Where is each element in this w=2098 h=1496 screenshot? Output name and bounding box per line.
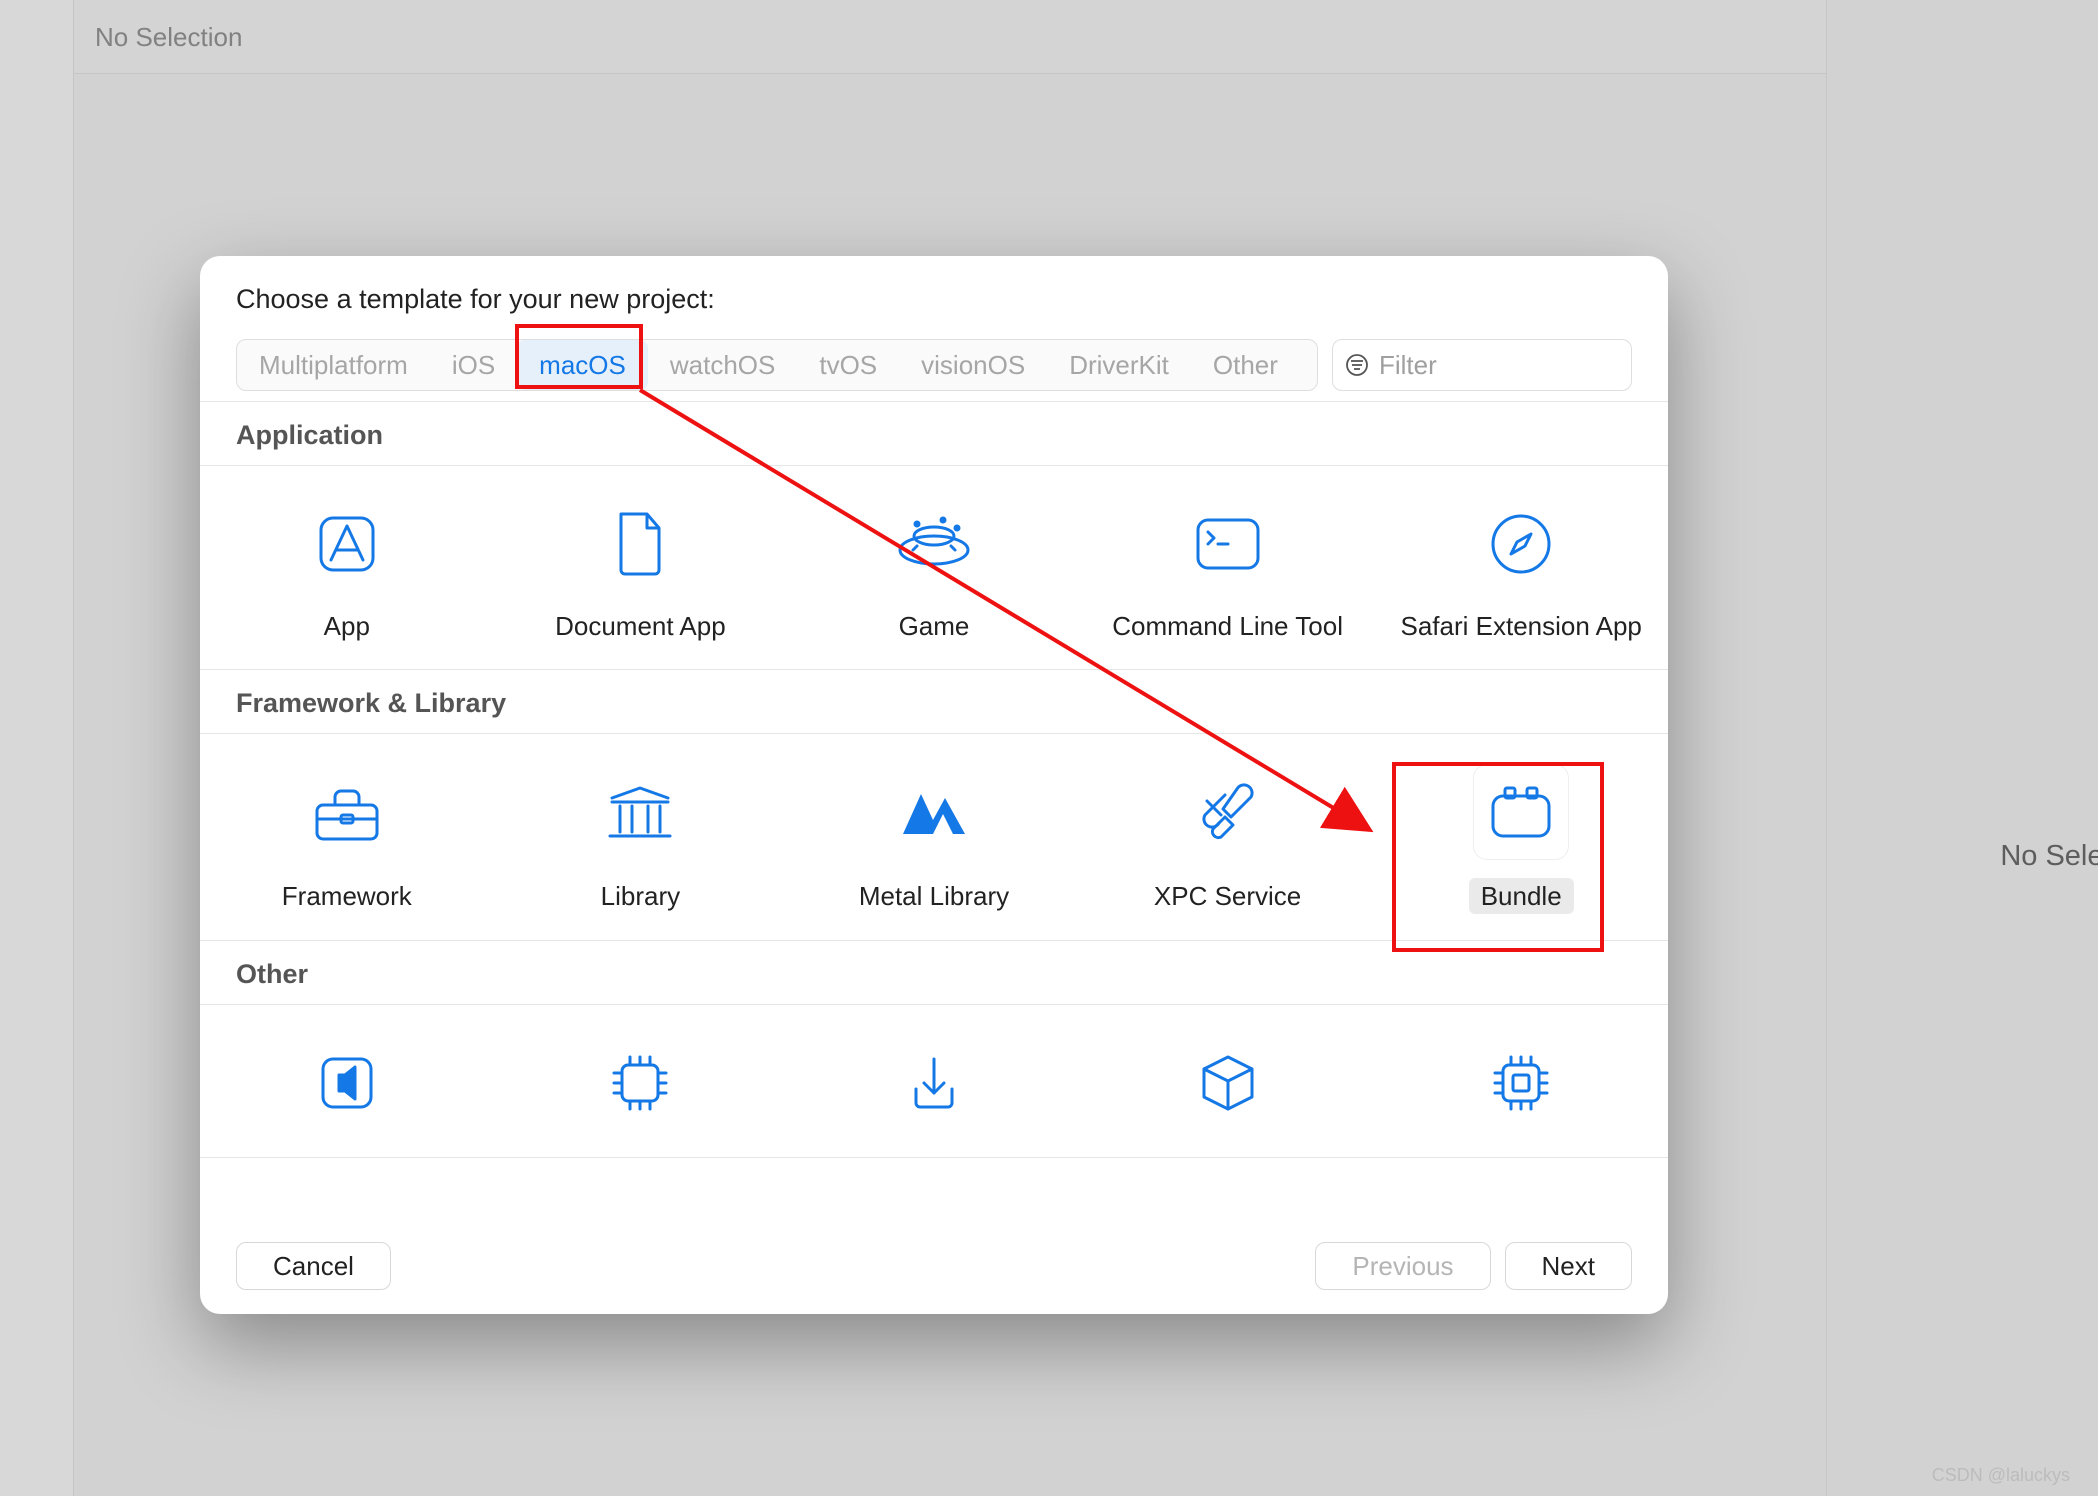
framework-grid: Framework Library (200, 734, 1668, 942)
toolbox-icon (299, 766, 395, 862)
section-header-other: Other (200, 941, 1668, 1005)
chip-icon (592, 1035, 688, 1131)
tab-tvos[interactable]: tvOS (797, 340, 899, 390)
library-icon (592, 766, 688, 862)
template-label: Game (899, 610, 970, 643)
template-library[interactable]: Library (494, 734, 788, 941)
platform-tabs: Multiplatform iOS macOS watchOS tvOS vis… (236, 339, 1318, 391)
template-other-1[interactable] (200, 1005, 494, 1157)
game-icon (886, 496, 982, 592)
header-bar (74, 0, 1826, 74)
template-label: Library (601, 880, 680, 913)
template-label: Safari Extension App (1401, 610, 1642, 643)
template-label: Framework (282, 880, 412, 913)
tab-multiplatform[interactable]: Multiplatform (237, 340, 430, 390)
sheet-footer: Cancel Previous Next (200, 1224, 1668, 1290)
document-icon (592, 496, 688, 592)
template-document-app[interactable]: Document App (494, 466, 788, 669)
package-icon (1180, 1035, 1276, 1131)
filter-icon (1345, 353, 1369, 377)
tab-watchos[interactable]: watchOS (648, 340, 798, 390)
chip2-icon (1473, 1035, 1569, 1131)
next-button[interactable]: Next (1505, 1242, 1632, 1290)
left-gutter (0, 0, 74, 1496)
template-label: Document App (555, 610, 726, 643)
previous-button[interactable]: Previous (1315, 1242, 1490, 1290)
tab-driverkit[interactable]: DriverKit (1047, 340, 1191, 390)
template-label: App (324, 610, 370, 643)
template-label: Bundle (1469, 878, 1574, 915)
xpc-icon (1180, 766, 1276, 862)
tab-macos[interactable]: macOS (517, 340, 648, 390)
filter-input[interactable] (1379, 350, 1619, 381)
template-label: Command Line Tool (1112, 610, 1343, 643)
pathbar-no-selection: No Selection (95, 22, 242, 53)
cancel-button[interactable]: Cancel (236, 1242, 391, 1290)
filter-box[interactable] (1332, 339, 1632, 391)
app-icon (299, 496, 395, 592)
tab-other[interactable]: Other (1191, 340, 1300, 390)
template-other-3[interactable] (787, 1005, 1081, 1157)
audio-mac-icon (299, 1035, 395, 1131)
compass-icon (1473, 496, 1569, 592)
template-label: Metal Library (859, 880, 1009, 913)
section-header-framework: Framework & Library (200, 670, 1668, 734)
template-framework[interactable]: Framework (200, 734, 494, 941)
download-icon (886, 1035, 982, 1131)
template-command-line-tool[interactable]: Command Line Tool (1081, 466, 1375, 669)
template-other-2[interactable] (494, 1005, 788, 1157)
template-metal-library[interactable]: Metal Library (787, 734, 1081, 941)
template-other-5[interactable] (1374, 1005, 1668, 1157)
template-safari-extension-app[interactable]: Safari Extension App (1374, 466, 1668, 669)
template-sections: Application App Document A (200, 401, 1668, 1224)
tabs-and-filter-row: Multiplatform iOS macOS watchOS tvOS vis… (200, 339, 1668, 391)
template-game[interactable]: Game (787, 466, 1081, 669)
other-grid (200, 1005, 1668, 1158)
tab-ios[interactable]: iOS (430, 340, 517, 390)
inspector-no-selection: No Selec (2000, 840, 2098, 873)
new-project-sheet: Choose a template for your new project: … (200, 256, 1668, 1314)
template-bundle[interactable]: Bundle (1374, 734, 1668, 941)
terminal-icon (1180, 496, 1276, 592)
inspector-panel: No Selec (1826, 0, 2098, 1496)
application-grid: App Document App (200, 466, 1668, 670)
template-label: XPC Service (1154, 880, 1301, 913)
watermark: CSDN @laluckys (1932, 1465, 2070, 1486)
tab-visionos[interactable]: visionOS (899, 340, 1047, 390)
metal-icon (886, 766, 982, 862)
bundle-icon (1473, 764, 1569, 860)
template-other-4[interactable] (1081, 1005, 1375, 1157)
template-xpc-service[interactable]: XPC Service (1081, 734, 1375, 941)
template-app[interactable]: App (200, 466, 494, 669)
section-header-application: Application (200, 402, 1668, 466)
sheet-title: Choose a template for your new project: (200, 284, 1668, 339)
